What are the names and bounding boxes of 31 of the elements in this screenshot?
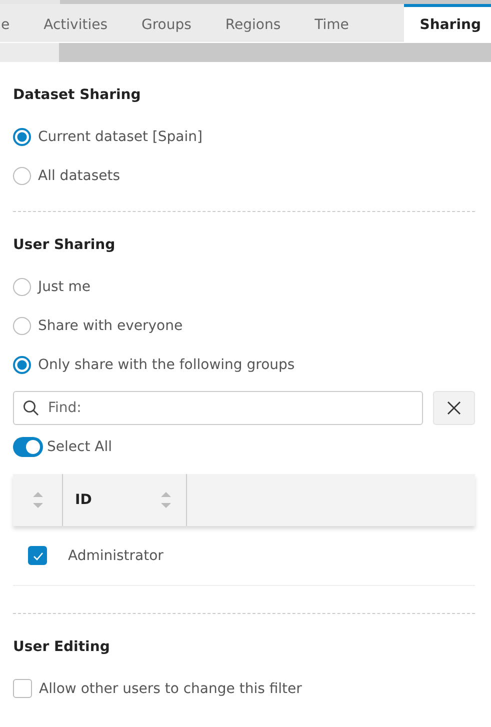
tab[interactable]: Groups <box>124 4 208 42</box>
checkbox-label: Allow other users to change this filter <box>39 680 302 696</box>
tab[interactable]: Time <box>298 4 366 42</box>
search-field[interactable]: Find: <box>13 391 423 425</box>
radio-button[interactable] <box>13 166 31 184</box>
radio-button[interactable] <box>13 278 31 296</box>
close-icon <box>446 400 462 416</box>
radio-button[interactable] <box>13 356 31 374</box>
section-title: User Sharing <box>13 237 116 253</box>
section-title: Dataset Sharing <box>13 87 142 103</box>
row-checkbox[interactable] <box>28 546 47 565</box>
radio-button[interactable] <box>13 128 31 146</box>
toggle-label: Select All <box>47 439 112 455</box>
radio-label: All datasets <box>38 168 120 184</box>
column-header[interactable]: ID <box>75 492 92 508</box>
radio-label: Share with everyone <box>38 318 183 334</box>
tab[interactable]: Regions <box>208 4 298 42</box>
tab[interactable]: e <box>0 4 27 42</box>
radio-label: Just me <box>38 278 90 294</box>
checkbox[interactable] <box>13 679 32 698</box>
tab[interactable]: Sharing <box>404 4 491 42</box>
clear-button[interactable] <box>433 391 475 425</box>
radio-button[interactable] <box>13 316 31 334</box>
toggle-switch[interactable] <box>13 437 43 457</box>
tab[interactable]: Activities <box>26 4 124 42</box>
search-icon <box>23 400 39 416</box>
radio-label: Only share with the following groups <box>38 356 295 372</box>
radio-label: Current dataset [Spain] <box>38 128 202 144</box>
section-title: User Editing <box>13 639 111 655</box>
table-cell: Administrator <box>68 548 164 564</box>
scrollbar[interactable] <box>0 42 491 62</box>
